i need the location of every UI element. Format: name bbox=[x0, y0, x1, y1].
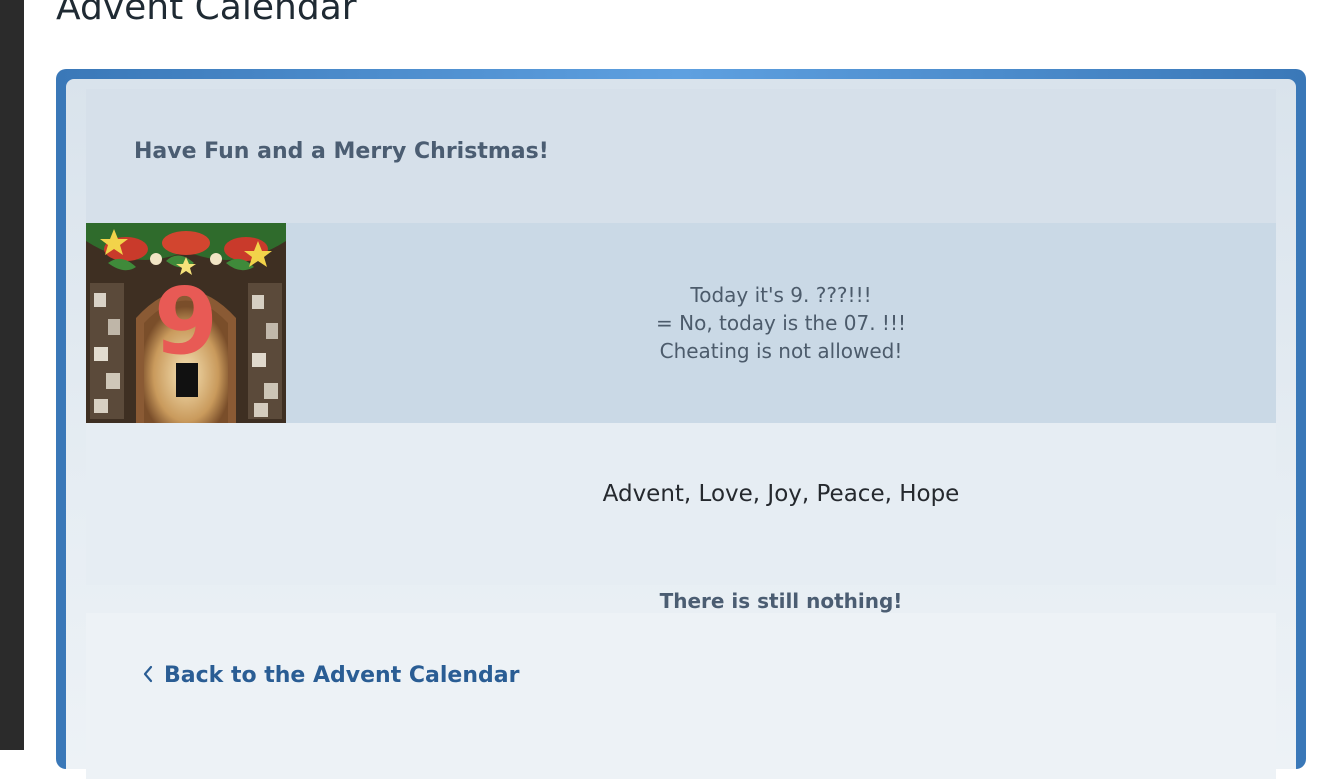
door-message-line: Today it's 9. ???!!! bbox=[690, 283, 872, 307]
greeting-text: Have Fun and a Merry Christmas! bbox=[134, 139, 549, 164]
door-message: Today it's 9. ???!!! = No, today is the … bbox=[286, 281, 1276, 365]
back-to-calendar-link[interactable]: Back to the Advent Calendar bbox=[142, 663, 519, 688]
advent-words: Advent, Love, Joy, Peace, Hope bbox=[602, 481, 960, 507]
back-section: Back to the Advent Calendar bbox=[86, 613, 1276, 779]
advent-door-image: 9 bbox=[86, 223, 286, 423]
chevron-left-icon bbox=[143, 665, 153, 683]
greeting-section: Have Fun and a Merry Christmas! bbox=[86, 89, 1276, 223]
page-title: Advent Calendar bbox=[56, 0, 357, 28]
advent-calendar-frame: Have Fun and a Merry Christmas! 9 Today … bbox=[56, 69, 1306, 779]
advent-calendar-panel: Have Fun and a Merry Christmas! 9 Today … bbox=[66, 79, 1296, 779]
left-sidebar-edge bbox=[0, 0, 24, 750]
door-number: 9 bbox=[153, 268, 218, 375]
door-message-line: = No, today is the 07. !!! bbox=[656, 311, 906, 335]
advent-words-section: Advent, Love, Joy, Peace, Hope bbox=[86, 423, 1276, 585]
door-row: 9 Today it's 9. ???!!! = No, today is th… bbox=[86, 223, 1276, 423]
back-link-label: Back to the Advent Calendar bbox=[164, 663, 520, 688]
door-message-line: Cheating is not allowed! bbox=[659, 339, 903, 363]
nothing-notice: There is still nothing! bbox=[659, 589, 903, 613]
